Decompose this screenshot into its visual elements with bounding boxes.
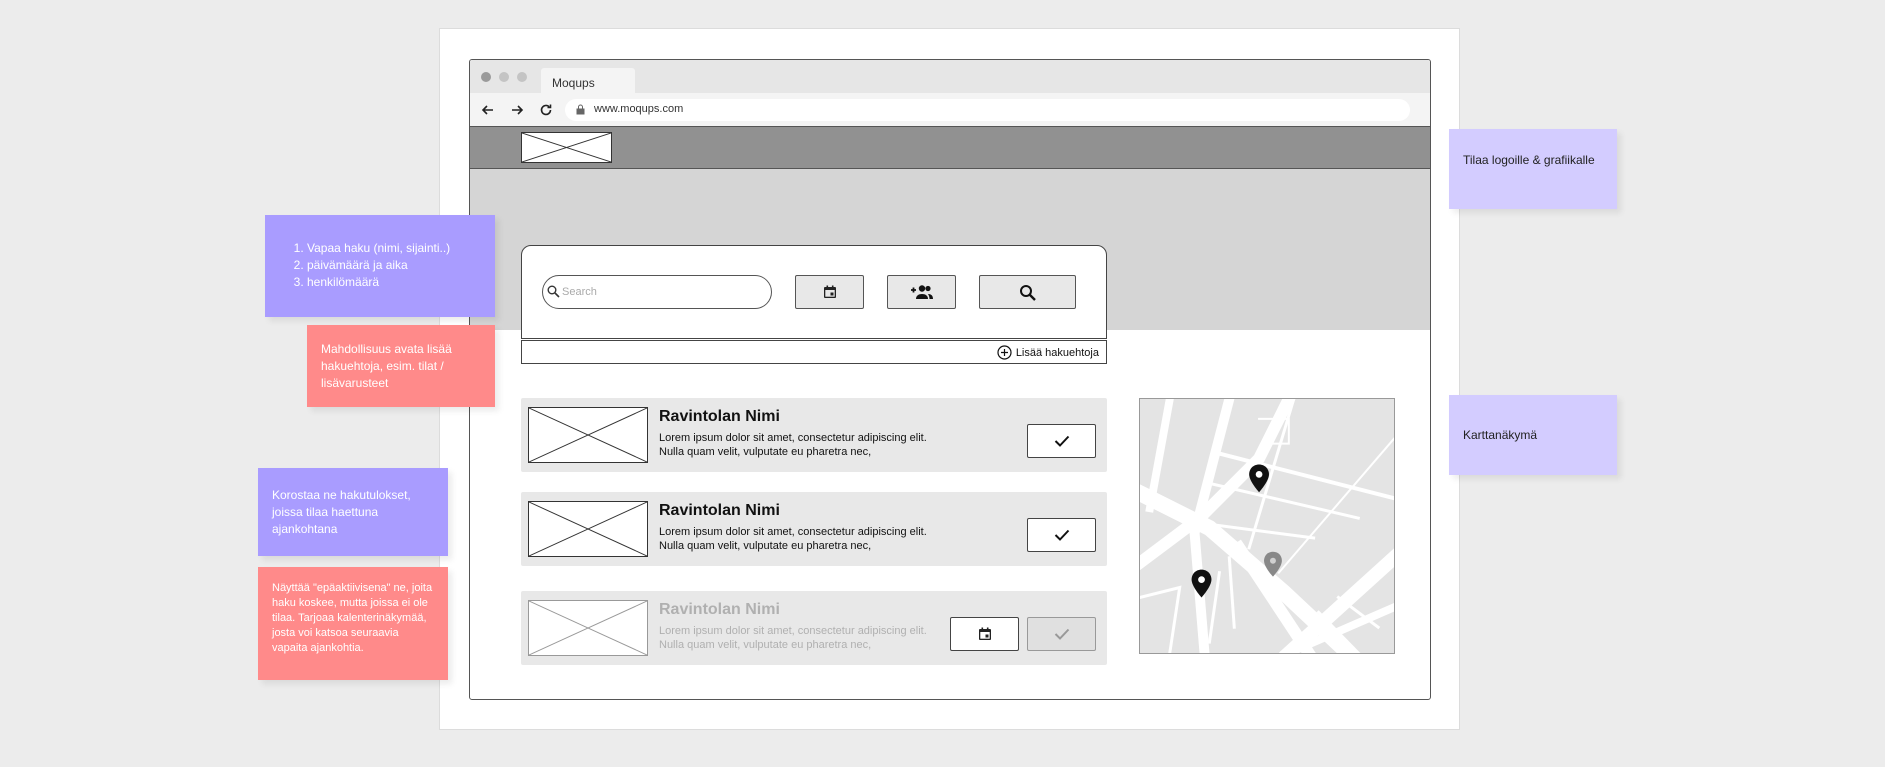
- select-button-disabled: [1027, 617, 1096, 651]
- browser-tab-bar: Moqups: [470, 60, 1430, 94]
- result-card[interactable]: Ravintolan Nimi Lorem ipsum dolor sit am…: [521, 492, 1107, 566]
- note-list-item: Vapaa haku (nimi, sijainti..): [307, 240, 481, 257]
- logo-placeholder-image: [521, 132, 612, 163]
- search-submit-button[interactable]: [979, 275, 1076, 309]
- forward-arrow-icon[interactable]: [509, 102, 525, 118]
- date-picker-button[interactable]: [795, 275, 864, 309]
- result-card[interactable]: Ravintolan Nimi Lorem ipsum dolor sit am…: [521, 398, 1107, 472]
- search-icon: [1020, 284, 1036, 301]
- plus-circle-icon: [997, 345, 1012, 360]
- result-desc-line: Lorem ipsum dolor sit amet, consectetur …: [659, 526, 927, 538]
- note-inactive-results: Näyttää "epäaktiivisena" ne, joita haku …: [258, 567, 448, 680]
- search-panel: Search: [521, 245, 1107, 339]
- more-filters-bar[interactable]: Lisää hakuehtoja: [521, 340, 1107, 364]
- note-logo-space: Tilaa logoille & grafiikalle: [1449, 129, 1617, 209]
- note-highlight-results: Korostaa ne hakutulokset, joissa tilaa h…: [258, 468, 448, 556]
- url-text: www.moqups.com: [594, 103, 684, 115]
- map-pin-icon[interactable]: [1191, 569, 1212, 598]
- note-search-fields: Vapaa haku (nimi, sijainti..) päivämäärä…: [265, 215, 495, 317]
- address-row: www.moqups.com: [470, 93, 1430, 127]
- back-arrow-icon[interactable]: [480, 102, 496, 118]
- select-button[interactable]: [1027, 424, 1096, 458]
- window-close-dot[interactable]: [481, 72, 491, 82]
- reload-icon[interactable]: [538, 102, 554, 118]
- calendar-icon: [823, 285, 836, 298]
- window-maximize-dot[interactable]: [517, 72, 527, 82]
- result-card-inactive[interactable]: Ravintolan Nimi Lorem ipsum dolor sit am…: [521, 591, 1107, 665]
- note-list-item: henkilömäärä: [307, 274, 481, 291]
- calendar-button[interactable]: [950, 617, 1019, 651]
- add-people-icon: [910, 285, 933, 299]
- result-title: Ravintolan Nimi: [659, 408, 780, 425]
- restaurant-image-placeholder: [528, 407, 648, 463]
- site-header: [470, 127, 1430, 169]
- checkmark-icon: [1054, 529, 1069, 541]
- result-desc-line: Nulla quam velit, vulputate eu pharetra …: [659, 540, 872, 552]
- result-desc-line: Lorem ipsum dolor sit amet, consectetur …: [659, 432, 927, 444]
- checkmark-icon: [1054, 435, 1069, 447]
- browser-window: Moqups www.moqups.com Search Lisää hakue…: [469, 59, 1431, 700]
- result-description: Lorem ipsum dolor sit amet, consectetur …: [659, 624, 929, 652]
- search-icon: [547, 285, 560, 298]
- result-description: Lorem ipsum dolor sit amet, consectetur …: [659, 525, 929, 553]
- map-view[interactable]: [1139, 398, 1395, 654]
- address-bar[interactable]: www.moqups.com: [565, 99, 1410, 121]
- result-desc-line: Nulla quam velit, vulputate eu pharetra …: [659, 446, 872, 458]
- result-title: Ravintolan Nimi: [659, 502, 780, 519]
- lock-icon: [576, 104, 585, 115]
- result-desc-line: Lorem ipsum dolor sit amet, consectetur …: [659, 625, 927, 637]
- note-more-filters: Mahdollisuus avata lisää hakuehtoja, esi…: [307, 325, 495, 407]
- note-map-view: Karttanäkymä: [1449, 395, 1617, 475]
- guest-count-button[interactable]: [887, 275, 956, 309]
- restaurant-image-placeholder: [528, 501, 648, 557]
- note-search-fields-list: Vapaa haku (nimi, sijainti..) päivämäärä…: [279, 240, 481, 291]
- window-minimize-dot[interactable]: [499, 72, 509, 82]
- restaurant-image-placeholder: [528, 600, 648, 656]
- search-placeholder: Search: [562, 286, 597, 298]
- result-title: Ravintolan Nimi: [659, 601, 780, 618]
- more-filters-toggle[interactable]: Lisää hakuehtoja: [997, 345, 1099, 360]
- result-description: Lorem ipsum dolor sit amet, consectetur …: [659, 431, 929, 459]
- more-filters-label: Lisää hakuehtoja: [1015, 346, 1099, 359]
- note-list-item: päivämäärä ja aika: [307, 257, 481, 274]
- checkmark-icon: [1054, 628, 1069, 640]
- select-button[interactable]: [1027, 518, 1096, 552]
- browser-tab[interactable]: Moqups: [541, 68, 635, 94]
- result-desc-line: Nulla quam velit, vulputate eu pharetra …: [659, 639, 872, 651]
- calendar-icon: [978, 627, 991, 640]
- search-input[interactable]: Search: [542, 275, 772, 309]
